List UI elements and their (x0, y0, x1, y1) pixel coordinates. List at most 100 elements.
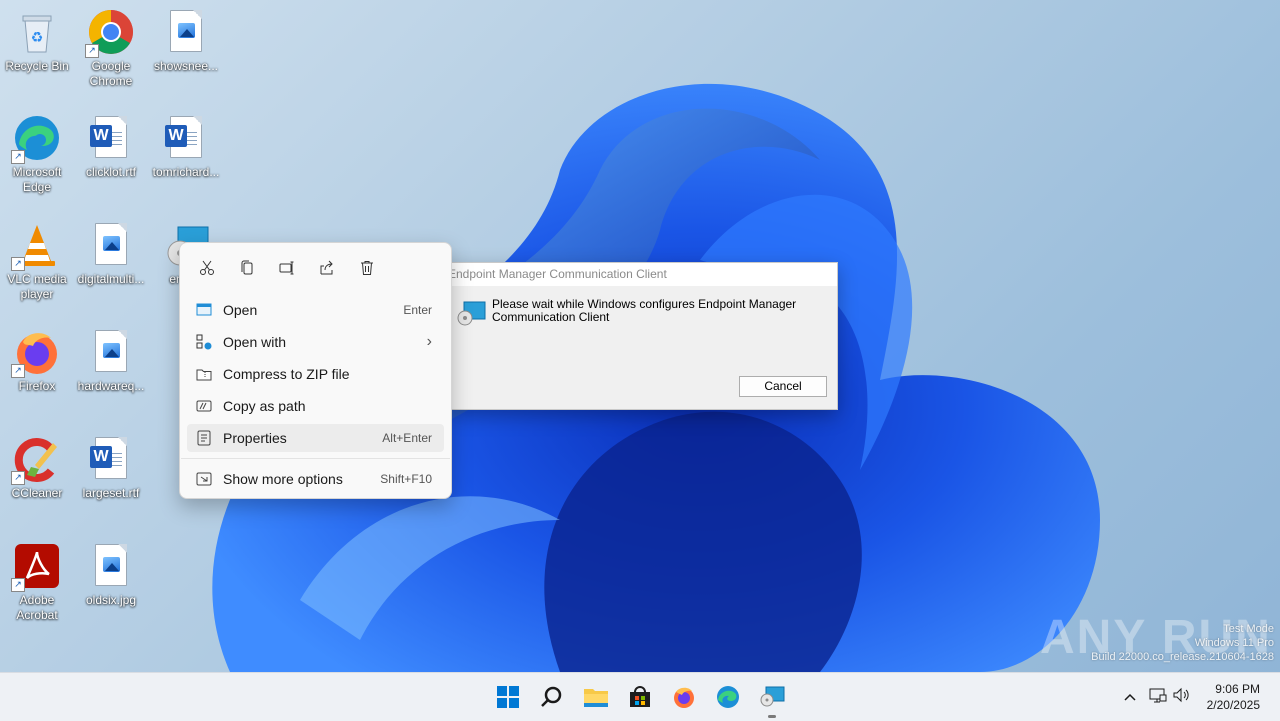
desktop-icon-label: Google Chrome (89, 59, 133, 88)
file-explorer-icon[interactable] (580, 681, 612, 713)
menu-item-accelerator: Shift+F10 (380, 472, 432, 486)
word-document-icon: W (87, 114, 135, 162)
menu-item-label: Open (223, 302, 258, 318)
desktop-icon-digitalmulti[interactable]: digitalmulti... (74, 221, 148, 287)
cancel-button[interactable]: Cancel (739, 376, 827, 397)
menu-item-accelerator: Enter (403, 303, 432, 317)
dialog-title: Endpoint Manager Communication Client (451, 263, 837, 286)
desktop-icon-adobe-acrobat[interactable]: ↗ Adobe Acrobat (0, 542, 74, 623)
desktop-icon-recycle-bin[interactable]: ♻ Recycle Bin (0, 8, 74, 74)
desktop-icon-label: largeset.rtf (82, 486, 140, 500)
ccleaner-icon: ↗ (11, 435, 61, 485)
image-file-icon (87, 328, 135, 376)
rename-icon[interactable] (270, 255, 304, 281)
desktop-icon-oldsix[interactable]: oldsix.jpg (74, 542, 148, 608)
image-file-icon (87, 221, 135, 269)
clock-time: 9:06 PM (1215, 682, 1260, 696)
network-icon[interactable] (1146, 687, 1170, 708)
desktop-icon-label: showsnee... (153, 59, 219, 73)
menu-item-properties[interactable]: Properties Alt+Enter (187, 424, 444, 452)
menu-item-label: Copy as path (223, 398, 306, 414)
share-icon[interactable] (310, 255, 344, 281)
chevron-up-icon[interactable] (1120, 688, 1140, 706)
firefox-icon[interactable] (668, 681, 700, 713)
zip-icon (195, 365, 213, 383)
shortcut-arrow-icon: ↗ (11, 578, 25, 592)
desktop-icon-label: hardwareq... (77, 379, 145, 393)
desktop-icon-label: oldsix.jpg (85, 593, 137, 607)
chevron-right-icon: › (426, 333, 432, 350)
desktop-icon-hardwareq[interactable]: hardwareq... (74, 328, 148, 394)
desktop-icon-ccleaner[interactable]: ↗ CCleaner (0, 435, 74, 501)
acrobat-icon: ↗ (11, 542, 61, 592)
installer-icon (456, 300, 486, 326)
start-icon[interactable] (492, 681, 524, 713)
more-options-icon (195, 470, 213, 488)
menu-item-label: Properties (223, 430, 287, 446)
desktop-icon-label: Microsoft Edge (12, 165, 62, 194)
desktop-icon-vlc[interactable]: ↗ VLC media player (0, 221, 74, 302)
desktop-icon-showsnee[interactable]: showsnee... (149, 8, 223, 74)
properties-icon (195, 429, 213, 447)
test-mode-watermark: Test Mode Windows 11 Pro Build 22000.co_… (1091, 622, 1274, 664)
shortcut-arrow-icon: ↗ (11, 150, 25, 164)
image-file-icon (162, 8, 210, 56)
path-icon (195, 397, 213, 415)
image-file-icon (87, 542, 135, 590)
watermark-line: Test Mode (1223, 623, 1274, 635)
delete-icon[interactable] (350, 255, 384, 281)
menu-item-compress-zip[interactable]: Compress to ZIP file (187, 360, 444, 388)
cut-icon[interactable] (190, 255, 224, 281)
word-document-icon: W (87, 435, 135, 483)
dialog-message: Please wait while Windows configures End… (492, 297, 797, 324)
store-icon[interactable] (624, 681, 656, 713)
menu-item-label: Open with (223, 334, 287, 350)
copy-icon[interactable] (230, 255, 264, 281)
menu-item-open[interactable]: Open Enter (187, 296, 444, 324)
edge-icon[interactable] (712, 681, 744, 713)
svg-text:♻: ♻ (31, 29, 44, 45)
vlc-icon: ↗ (11, 221, 61, 271)
taskbar-clock[interactable]: 9:06 PM 2/20/2025 (1207, 681, 1260, 713)
desktop-icon-label: VLC media player (7, 272, 67, 301)
watermark-line: Build 22000.co_release.210604-1628 (1091, 651, 1274, 663)
shortcut-arrow-icon: ↗ (11, 364, 25, 378)
menu-item-show-more-options[interactable]: Show more options Shift+F10 (187, 465, 444, 493)
shortcut-arrow-icon: ↗ (85, 44, 99, 58)
menu-separator (181, 458, 450, 459)
open-with-icon (195, 333, 213, 351)
clock-date: 2/20/2025 (1206, 698, 1260, 712)
desktop-icon-label: CCleaner (11, 486, 63, 500)
desktop-icon-firefox[interactable]: ↗ Firefox (0, 328, 74, 394)
taskbar: 9:06 PM 2/20/2025 (0, 672, 1280, 721)
installer-dialog: Endpoint Manager Communication Client Pl… (450, 262, 838, 410)
desktop-icon-clicklot[interactable]: W clicklot.rtf (74, 114, 148, 180)
desktop-icon-google-chrome[interactable]: ↗ Google Chrome (74, 8, 148, 89)
menu-item-copy-as-path[interactable]: Copy as path (187, 392, 444, 420)
desktop-icon-microsoft-edge[interactable]: ↗ Microsoft Edge (0, 114, 74, 195)
chrome-icon: ↗ (85, 8, 135, 58)
context-menu-quick-actions (190, 255, 384, 281)
desktop-icon-label: clicklot.rtf (85, 165, 136, 179)
menu-item-open-with[interactable]: Open with › (187, 328, 444, 356)
desktop-icon-tomrichard[interactable]: W tomrichard... (149, 114, 223, 180)
desktop-icon-label: Adobe Acrobat (16, 593, 58, 622)
system-tray (1120, 673, 1194, 721)
watermark-line: Windows 11 Pro (1194, 637, 1274, 649)
menu-item-label: Compress to ZIP file (223, 366, 350, 382)
search-icon[interactable] (536, 681, 568, 713)
volume-icon[interactable] (1170, 687, 1194, 708)
desktop-icon-largeset[interactable]: W largeset.rtf (74, 435, 148, 501)
shortcut-arrow-icon: ↗ (11, 471, 25, 485)
firefox-icon: ↗ (11, 328, 61, 378)
installer-icon[interactable] (756, 681, 788, 713)
running-indicator (768, 715, 776, 718)
open-icon (195, 301, 213, 319)
menu-item-accelerator: Alt+Enter (382, 431, 432, 445)
desktop-icon-label: Firefox (18, 379, 56, 393)
context-menu: Open Enter Open with › Compress to ZIP f… (179, 242, 452, 499)
recycle-bin-icon: ♻ (13, 8, 61, 56)
desktop-icon-label: Recycle Bin (5, 59, 69, 73)
desktop-icon-label: digitalmulti... (77, 272, 145, 286)
menu-item-label: Show more options (223, 471, 343, 487)
